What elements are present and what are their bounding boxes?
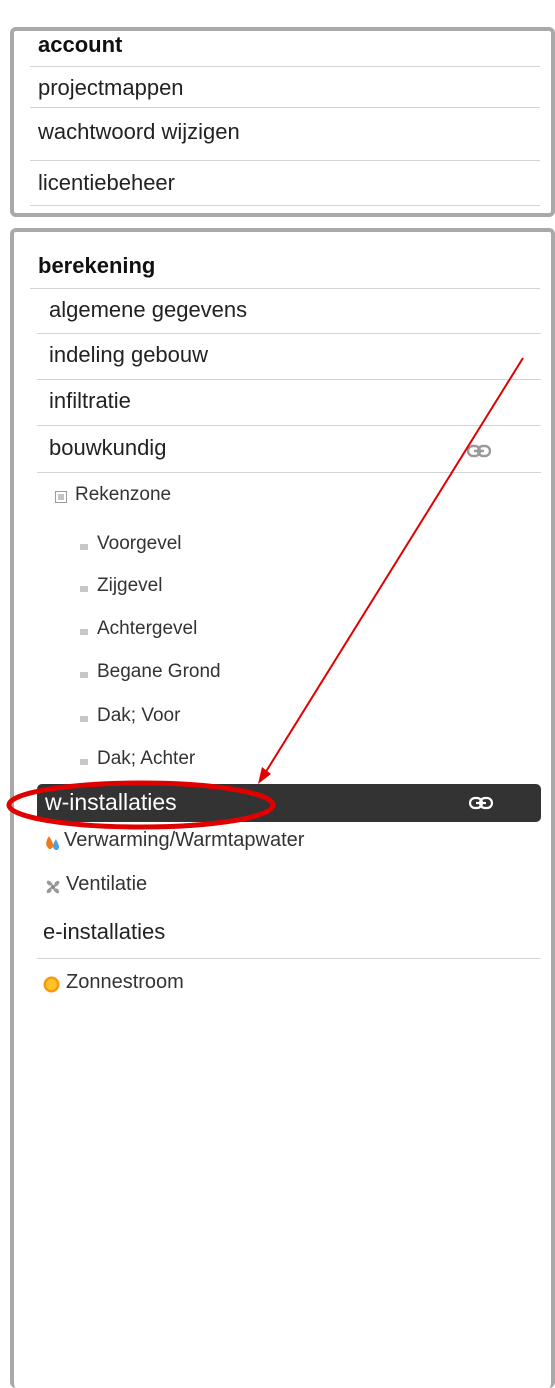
collapse-box-icon[interactable] [55, 491, 67, 503]
bullet-icon [80, 759, 88, 765]
sun-icon [43, 976, 60, 993]
tree-label: Zonnestroom [66, 971, 184, 993]
menu-item-licentiebeheer[interactable]: licentiebeheer [30, 162, 540, 206]
menu-item-projectmappen[interactable]: projectmappen [30, 70, 540, 108]
menu-item-label: projectmappen [38, 75, 184, 100]
menu-item-label: e-installaties [43, 919, 166, 944]
bullet-icon [80, 716, 88, 722]
menu-item-wachtwoord-wijzigen[interactable]: wachtwoord wijzigen [30, 114, 540, 161]
menu-item-infiltratie[interactable]: infiltratie [37, 381, 541, 426]
link-icon[interactable] [469, 796, 493, 810]
tree-label: Begane Grond [97, 661, 221, 682]
tree-label: Achtergevel [97, 618, 198, 639]
tree-label: Zijgevel [97, 575, 163, 596]
account-title-divider [30, 66, 540, 67]
tree-label: Verwarming/Warmtapwater [64, 829, 305, 851]
berekening-title-divider [30, 288, 540, 289]
account-title: account [38, 32, 123, 57]
flame-drop-icon [46, 836, 59, 851]
bullet-icon [80, 672, 88, 678]
menu-item-label: w-installaties [45, 789, 177, 815]
menu-item-label: licentiebeheer [38, 170, 175, 195]
menu-item-label: indeling gebouw [49, 342, 209, 367]
menu-item-bouwkundig[interactable]: bouwkundig [37, 427, 541, 473]
menu-item-label: algemene gegevens [49, 297, 248, 322]
tree-label-rekenzone: Rekenzone [75, 484, 172, 505]
menu-item-label: infiltratie [49, 388, 131, 413]
menu-item-e-installaties[interactable]: e-installaties [37, 913, 541, 959]
link-icon[interactable] [467, 444, 491, 458]
tree-label: Voorgevel [97, 533, 182, 554]
menu-item-indeling-gebouw[interactable]: indeling gebouw [37, 335, 541, 380]
bullet-icon [80, 544, 88, 550]
tree-label: Dak; Achter [97, 748, 196, 769]
fan-icon [46, 880, 60, 894]
tree-label: Ventilatie [66, 873, 148, 895]
bullet-icon [80, 586, 88, 592]
menu-item-w-installaties-selected[interactable]: w-installaties [37, 784, 541, 822]
bullet-icon [80, 629, 88, 635]
menu-item-label: bouwkundig [49, 435, 167, 460]
tree-label: Dak; Voor [97, 705, 181, 726]
menu-item-label: wachtwoord wijzigen [38, 119, 240, 144]
berekening-title: berekening [38, 253, 156, 278]
menu-item-algemene-gegevens[interactable]: algemene gegevens [37, 290, 541, 334]
